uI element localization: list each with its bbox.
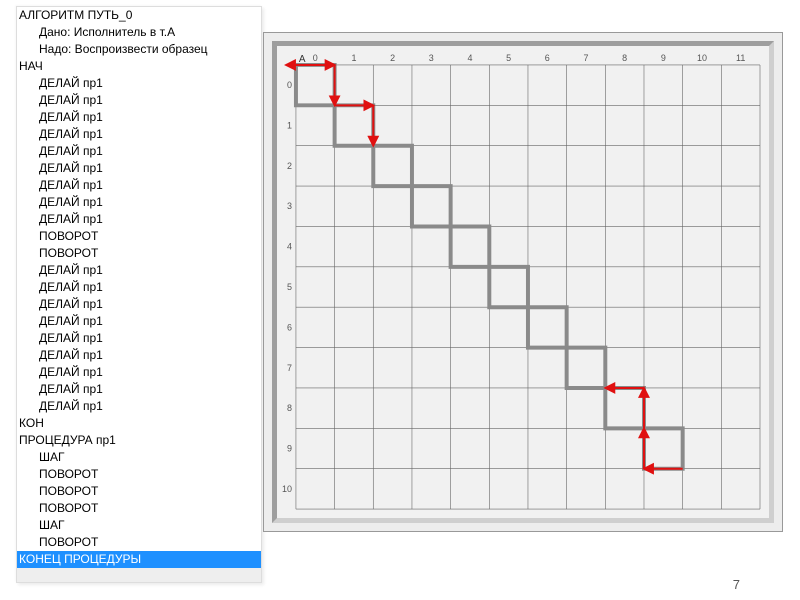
code-line: ДЕЛАЙ пр1: [17, 211, 261, 228]
code-panel-trail: [17, 568, 261, 582]
col-label: 6: [545, 53, 550, 63]
code-line: ПОВОРОТ: [17, 466, 261, 483]
code-line: ДЕЛАЙ пр1: [17, 75, 261, 92]
code-line: ДЕЛАЙ пр1: [17, 279, 261, 296]
row-label: 6: [287, 322, 292, 332]
code-line: ПОВОРОТ: [17, 483, 261, 500]
code-line: ДЕЛАЙ пр1: [17, 296, 261, 313]
col-label: 2: [390, 53, 395, 63]
code-line: ДЕЛАЙ пр1: [17, 126, 261, 143]
code-line: ШАГ: [17, 449, 261, 466]
page-number: 7: [733, 577, 740, 592]
col-label: 5: [506, 53, 511, 63]
row-label: 5: [287, 282, 292, 292]
code-line: ДЕЛАЙ пр1: [17, 381, 261, 398]
code-line: КОН: [17, 415, 261, 432]
code-line: ДЕЛАЙ пр1: [17, 347, 261, 364]
code-line: ДЕЛАЙ пр1: [17, 364, 261, 381]
grid-svg: 0 1 2 3 4 5 6 7 8 9 10 11 0 1 2 3 4 5 6 7 8 9 10 A: [282, 51, 764, 513]
code-line: НАЧ: [17, 58, 261, 75]
code-line: ШАГ: [17, 517, 261, 534]
code-panel: АЛГОРИТМ ПУТЬ_0Дано: Исполнитель в т.АНа…: [16, 6, 262, 583]
grid-canvas: 0 1 2 3 4 5 6 7 8 9 10 11 0 1 2 3 4 5 6 7 8 9 10 A: [263, 32, 783, 532]
code-line: КОНЕЦ ПРОЦЕДУРЫ: [17, 551, 261, 568]
code-line: ДЕЛАЙ пр1: [17, 92, 261, 109]
code-line: ДЕЛАЙ пр1: [17, 330, 261, 347]
code-line: ПОВОРОТ: [17, 534, 261, 551]
row-label: 7: [287, 363, 292, 373]
code-line: ДЕЛАЙ пр1: [17, 313, 261, 330]
col-label: 11: [736, 53, 745, 63]
col-label: 7: [583, 53, 588, 63]
col-label: 3: [429, 53, 434, 63]
code-line: ДЕЛАЙ пр1: [17, 160, 261, 177]
col-label: 4: [467, 53, 472, 63]
code-line: ПОВОРОТ: [17, 228, 261, 245]
code-line: ДЕЛАЙ пр1: [17, 262, 261, 279]
code-line: ПРОЦЕДУРА пр1: [17, 432, 261, 449]
code-line: ДЕЛАЙ пр1: [17, 194, 261, 211]
col-label: 0: [313, 53, 318, 63]
code-line: ПОВОРОТ: [17, 500, 261, 517]
col-label: 1: [351, 53, 356, 63]
row-label: 8: [287, 403, 292, 413]
row-label: 3: [287, 201, 292, 211]
col-label: 10: [697, 53, 707, 63]
code-line: ДЕЛАЙ пр1: [17, 398, 261, 415]
row-label: 1: [287, 120, 292, 130]
col-label: 8: [622, 53, 627, 63]
code-line: ДЕЛАЙ пр1: [17, 143, 261, 160]
row-label: 0: [287, 80, 292, 90]
row-label: 9: [287, 444, 292, 454]
row-label: 10: [282, 484, 292, 494]
code-line: ПОВОРОТ: [17, 245, 261, 262]
start-point-label: A: [299, 54, 306, 65]
code-line: Дано: Исполнитель в т.А: [17, 24, 261, 41]
code-line: ДЕЛАЙ пр1: [17, 109, 261, 126]
col-label: 9: [661, 53, 666, 63]
code-line: ДЕЛАЙ пр1: [17, 177, 261, 194]
row-label: 4: [287, 242, 292, 252]
row-label: 2: [287, 161, 292, 171]
code-line: АЛГОРИТМ ПУТЬ_0: [17, 7, 261, 24]
code-line: Надо: Воспроизвести образец: [17, 41, 261, 58]
